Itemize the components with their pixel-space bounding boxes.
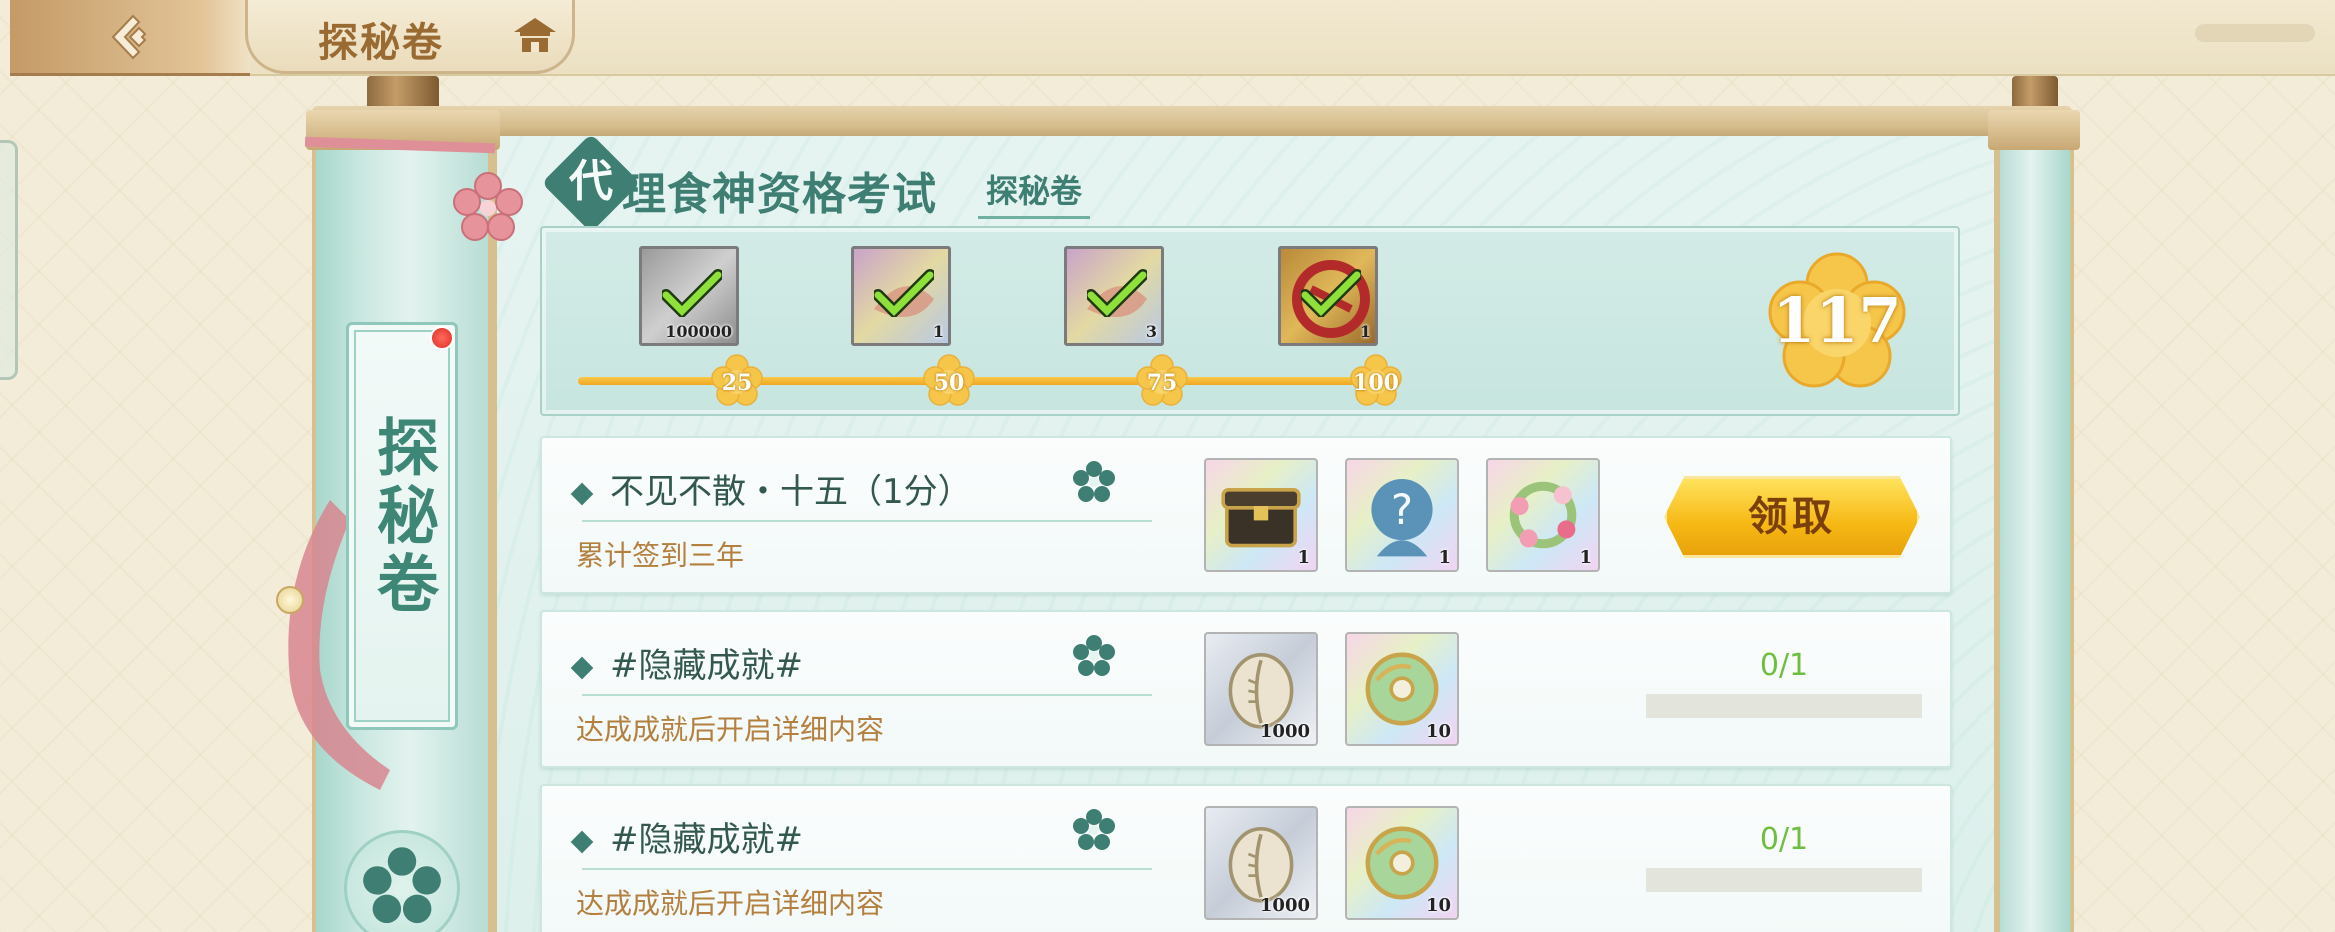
milestone-star-25: 25	[709, 354, 765, 410]
scroll-rod-cap-right	[2012, 76, 2058, 110]
scroll-rod-cap-left	[367, 76, 439, 110]
treasure-chest-icon	[1221, 488, 1301, 548]
reward-item[interactable]: 1	[1486, 458, 1600, 572]
reward-item[interactable]: 1000	[1204, 806, 1318, 920]
reward-qty: 1000	[1259, 895, 1310, 916]
tab-explore-scroll[interactable]: 探秘卷	[978, 166, 1091, 219]
right-scroll-top	[1988, 110, 2080, 150]
milestone-reward-75[interactable]: 3	[1064, 246, 1164, 346]
reward-item[interactable]: 10	[1345, 632, 1459, 746]
milestone-points: 75	[1146, 370, 1178, 396]
reward-item[interactable]: 1	[1204, 458, 1318, 572]
task-progress-bar	[1646, 694, 1922, 718]
checkmark-icon	[1301, 269, 1361, 317]
task-progress-total: /1	[1778, 822, 1809, 857]
reward-qty: 10	[1425, 721, 1451, 742]
task-description: 达成成就后开启详细内容	[576, 713, 885, 746]
task-progress-current: 0	[1759, 648, 1779, 683]
task-progress-count: 0/1	[1646, 648, 1922, 683]
milestone-reward-25[interactable]: 100000	[639, 246, 739, 346]
task-divider	[582, 694, 1152, 696]
reward-qty: 1	[1297, 547, 1310, 568]
heading-badge-char: 代	[569, 156, 613, 207]
milestone-star-50: 50	[921, 354, 977, 410]
reward-item[interactable]: 1000	[1204, 632, 1318, 746]
milestone-reward-qty: 100000	[665, 322, 732, 341]
task-title: #隐藏成就#	[610, 646, 803, 686]
reward-qty: 1	[1438, 547, 1451, 568]
diamond-bullet-icon	[570, 482, 594, 506]
sidebar-tab-explore[interactable]: 探秘卷	[346, 322, 458, 730]
task-description: 达成成就后开启详细内容	[576, 887, 885, 920]
reward-qty: 1	[1579, 547, 1592, 568]
sidebar-flower-emblem	[344, 830, 460, 932]
milestone-star-75: 75	[1134, 354, 1190, 410]
milestone-points: 50	[933, 370, 965, 396]
milestone-star-100: 100	[1348, 354, 1404, 410]
plum-flower-icon	[453, 172, 523, 241]
back-arrow-icon	[111, 14, 147, 59]
mystery-avatar-icon: ?	[1371, 479, 1433, 557]
milestone-reward-qty: 1	[1359, 322, 1371, 341]
page-title: 探秘卷	[318, 20, 444, 66]
title-tab: 探秘卷	[245, 0, 575, 74]
milestone-reward-50[interactable]: 1	[851, 246, 951, 346]
claim-button[interactable]: 领取	[1664, 476, 1920, 558]
flower-wreath-icon	[1509, 481, 1577, 549]
milestone-points: 100	[1353, 370, 1399, 396]
task-row: #隐藏成就# 达成成就后开启详细内容 1000 10 0/1	[540, 610, 1952, 768]
task-progress-count: 0/1	[1646, 822, 1922, 857]
flower-emblem-icon	[1073, 461, 1115, 502]
reward-item[interactable]: ? 1	[1345, 458, 1459, 572]
task-progress-current: 0	[1759, 822, 1779, 857]
task-divider	[582, 868, 1152, 870]
sidebar-tab-label: 探秘卷	[366, 415, 439, 619]
milestone-points: 25	[721, 370, 753, 396]
milestone-reward-100[interactable]: 1	[1278, 246, 1378, 346]
diamond-bullet-icon	[570, 830, 594, 854]
task-row: #隐藏成就# 达成成就后开启详细内容 1000 10 0/1	[540, 784, 1952, 932]
milestone-reward-qty: 1	[932, 322, 944, 341]
top-bar: 探秘卷	[0, 0, 2335, 80]
diamond-bullet-icon	[570, 656, 594, 680]
task-progress-total: /1	[1778, 648, 1809, 683]
task-description: 累计签到三年	[576, 539, 745, 572]
top-right-decoration	[2195, 24, 2315, 42]
bead-decoration	[276, 586, 304, 614]
flower-emblem-icon	[1073, 635, 1115, 676]
home-icon[interactable]	[512, 16, 558, 56]
task-progress-bar	[1646, 868, 1922, 892]
score-badge: 117	[1762, 248, 1912, 398]
left-edge-tab[interactable]	[0, 140, 18, 380]
five-petal-flower-icon	[363, 847, 441, 924]
task-row: 不见不散・十五（1分） 累计签到三年 1? 1 1 领取	[540, 436, 1952, 594]
scroll-top-beam	[312, 106, 2072, 140]
checkmark-icon	[662, 269, 722, 317]
score-value: 117	[1772, 284, 1902, 357]
exam-heading: 理食神资格考试	[622, 169, 937, 220]
reward-item[interactable]: 10	[1345, 806, 1459, 920]
task-title: #隐藏成就#	[610, 820, 803, 860]
reward-qty: 1000	[1259, 721, 1310, 742]
back-button[interactable]	[10, 0, 250, 76]
flower-emblem-icon	[1073, 809, 1115, 850]
notification-dot	[430, 326, 454, 350]
reward-qty: 10	[1425, 895, 1451, 916]
svg-text:?: ?	[1391, 486, 1413, 534]
task-title: 不见不散・十五（1分）	[610, 472, 972, 512]
checkmark-icon	[874, 269, 934, 317]
checkmark-icon	[1087, 269, 1147, 317]
task-divider	[582, 520, 1152, 522]
right-scroll-roll	[1994, 120, 2074, 932]
milestone-reward-qty: 3	[1145, 322, 1157, 341]
